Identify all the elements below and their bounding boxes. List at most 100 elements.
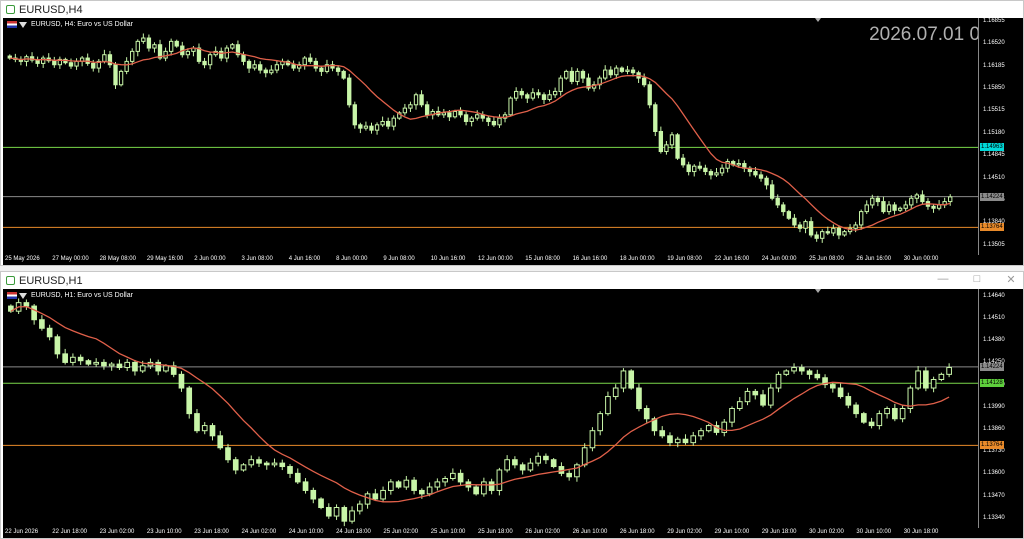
candle-body	[876, 413, 883, 427]
price-axis[interactable]: 1.16855 1.16520 1.16185 1.15850 1.15515 1.151…	[978, 18, 1023, 255]
time-tick-label: 29 Jun 10:00	[714, 529, 750, 535]
candle-body	[614, 67, 619, 76]
candle-body	[829, 384, 836, 389]
candle-body	[825, 231, 830, 234]
candle-body	[628, 370, 635, 389]
candle-body	[597, 413, 604, 432]
candle-body	[580, 70, 586, 79]
candle-body	[274, 64, 280, 71]
time-tick-label: 22 Jun 18:00	[52, 529, 87, 535]
candle-body	[698, 430, 704, 437]
candle-body	[884, 408, 890, 415]
candle-body	[868, 421, 875, 427]
candle-body	[241, 54, 246, 62]
candle-body	[525, 94, 530, 99]
candle-body	[589, 430, 596, 449]
window-titlebar[interactable]: EURUSD,H4	[1, 1, 1023, 18]
candle-body	[767, 387, 774, 406]
price-tick-label: 1.14380	[983, 337, 1005, 344]
price-chart[interactable]: EURUSD, H4: Euro vs US Dollar 2026.07.01…	[3, 18, 1023, 265]
price-tick-label: 1.13860	[983, 425, 1005, 432]
candle-body	[124, 361, 131, 369]
candle-body	[669, 134, 675, 146]
price-tick-label: 1.13600	[983, 470, 1005, 477]
candle-body	[547, 94, 552, 100]
time-tick-label: 26 Jun 18:00	[619, 529, 655, 535]
candle-body	[458, 110, 463, 116]
candle-body	[703, 167, 708, 173]
candle-body	[719, 167, 725, 174]
price-tick-label: 1.14845	[983, 152, 1005, 159]
candle-body	[130, 50, 135, 62]
candle-body	[798, 367, 805, 372]
time-tick-label: 8 Jun 00:00	[336, 256, 368, 262]
price-tick-label: 1.13340	[983, 514, 1005, 521]
price-chart[interactable]: EURUSD, H1: Euro vs US Dollar 1.14640 1.1…	[3, 289, 1023, 538]
candle-body	[781, 204, 786, 213]
candle-body	[915, 370, 921, 389]
candle-body	[550, 459, 557, 468]
candle-body	[230, 44, 235, 49]
candle-body	[70, 356, 76, 363]
candle-body	[497, 117, 502, 126]
time-tick-label: 25 May 2026	[5, 256, 40, 262]
candle-body	[708, 171, 714, 176]
time-tick-label: 15 Jun 08:00	[525, 256, 560, 262]
one-click-trading-icon[interactable]	[19, 21, 27, 28]
candle-body	[102, 54, 107, 62]
candle-body	[313, 60, 319, 69]
candle-body	[452, 110, 458, 118]
time-tick-label: 25 Jun 10:00	[430, 529, 466, 535]
candle-body	[74, 60, 79, 67]
candle-body	[369, 125, 374, 131]
candle-body	[667, 435, 673, 444]
time-tick-label: 23 Jun 02:00	[99, 529, 135, 535]
candle-body	[434, 481, 441, 488]
candle-body	[101, 361, 107, 367]
candle-body	[91, 62, 96, 69]
window-titlebar[interactable]: EURUSD,H1 — □ ✕	[1, 272, 1023, 289]
time-axis[interactable]: 25 May 2026 27 May 00:00 28 May 08:00 29 Ma…	[3, 255, 979, 265]
candle-body	[113, 64, 118, 86]
price-axis[interactable]: 1.146401.145101.143801.142501.141201.139…	[978, 289, 1023, 528]
candle-body	[186, 387, 193, 415]
candle-body	[675, 134, 680, 159]
candle-body	[374, 124, 380, 131]
candle-body	[647, 84, 652, 106]
time-tick-label: 26 Jun 16:00	[856, 256, 892, 262]
candle-body	[209, 425, 216, 437]
time-tick-label: 25 Jun 08:00	[809, 256, 844, 262]
time-tick-label: 30 Jun 00:00	[903, 256, 939, 262]
candle-body	[68, 62, 74, 67]
candle-body	[441, 112, 446, 116]
candle-body	[419, 94, 424, 106]
candle-body	[814, 234, 819, 239]
maximize-button[interactable]: □	[971, 273, 983, 286]
one-click-trading-icon[interactable]	[19, 292, 27, 299]
candle-body	[141, 37, 146, 42]
candle-body	[836, 227, 842, 236]
candle-body	[845, 396, 852, 406]
price-tick-label: 1.13505	[983, 241, 1005, 248]
time-axis[interactable]: 22 Jun 2026 22 Jun 18:00 23 Jun 02:00 23 Ju…	[3, 528, 979, 538]
candle-body	[881, 201, 886, 213]
candle-body	[686, 164, 691, 173]
candle-body	[659, 430, 666, 437]
candle-body	[232, 459, 239, 471]
candle-body	[219, 50, 224, 59]
price-tick-label: 1.15515	[983, 107, 1005, 114]
candle-body	[491, 120, 497, 126]
minimize-button[interactable]: —	[937, 273, 949, 286]
chart-window-h4[interactable]: EURUSD,H4 EURUSD, H4: Euro vs US Dollar …	[0, 0, 1024, 266]
chart-window-h1[interactable]: EURUSD,H1 — □ ✕ EURUSD, H1: Euro vs US D…	[0, 271, 1024, 539]
time-tick-label: 12 Jun 00:00	[478, 256, 513, 262]
candle-body	[217, 435, 224, 449]
candle-body	[302, 481, 309, 491]
candle-body	[174, 40, 179, 47]
candle-body	[914, 194, 919, 199]
candle-body	[356, 503, 363, 512]
price-tick-label: 1.16855	[983, 18, 1005, 24]
candle-body	[248, 459, 255, 466]
time-tick-label: 23 Jun 18:00	[194, 529, 229, 535]
close-button[interactable]: ✕	[1005, 273, 1017, 286]
